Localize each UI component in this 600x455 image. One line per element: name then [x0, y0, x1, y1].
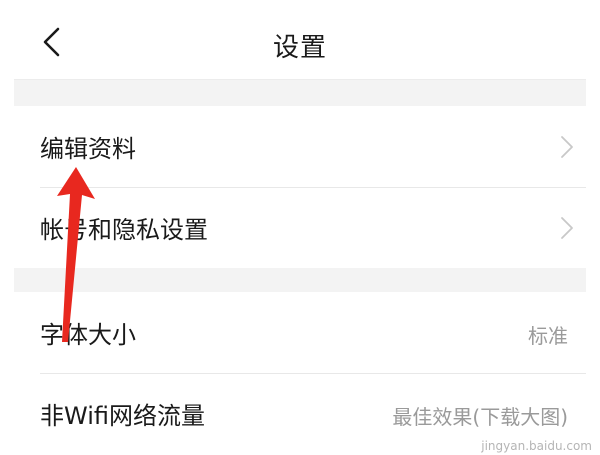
- font-size-value: 标准: [528, 324, 568, 348]
- section-gap: [14, 268, 586, 292]
- edit-profile-label: 编辑资料: [40, 135, 136, 163]
- settings-screen: 设置 编辑资料 帐号和隐私设置 字体大小 标准 非Wifi网络流量 最佳效果(下…: [0, 0, 600, 455]
- account-privacy-item[interactable]: 帐号和隐私设置: [14, 188, 586, 268]
- account-privacy-label: 帐号和隐私设置: [40, 216, 208, 244]
- page-title: 设置: [272, 33, 327, 63]
- non-wifi-traffic-label: 非Wifi网络流量: [40, 402, 205, 430]
- font-size-label: 字体大小: [40, 321, 136, 349]
- non-wifi-traffic-value: 最佳效果(下载大图): [392, 405, 568, 429]
- top-nav-bar: 设置: [0, 0, 600, 90]
- chevron-right-icon: [561, 136, 573, 158]
- edit-profile-item[interactable]: 编辑资料: [14, 107, 586, 187]
- chevron-right-icon: [561, 217, 573, 239]
- section-gap: [14, 80, 586, 106]
- font-size-item[interactable]: 字体大小 标准: [14, 293, 586, 373]
- watermark: jingyan.baidu.com: [481, 439, 592, 453]
